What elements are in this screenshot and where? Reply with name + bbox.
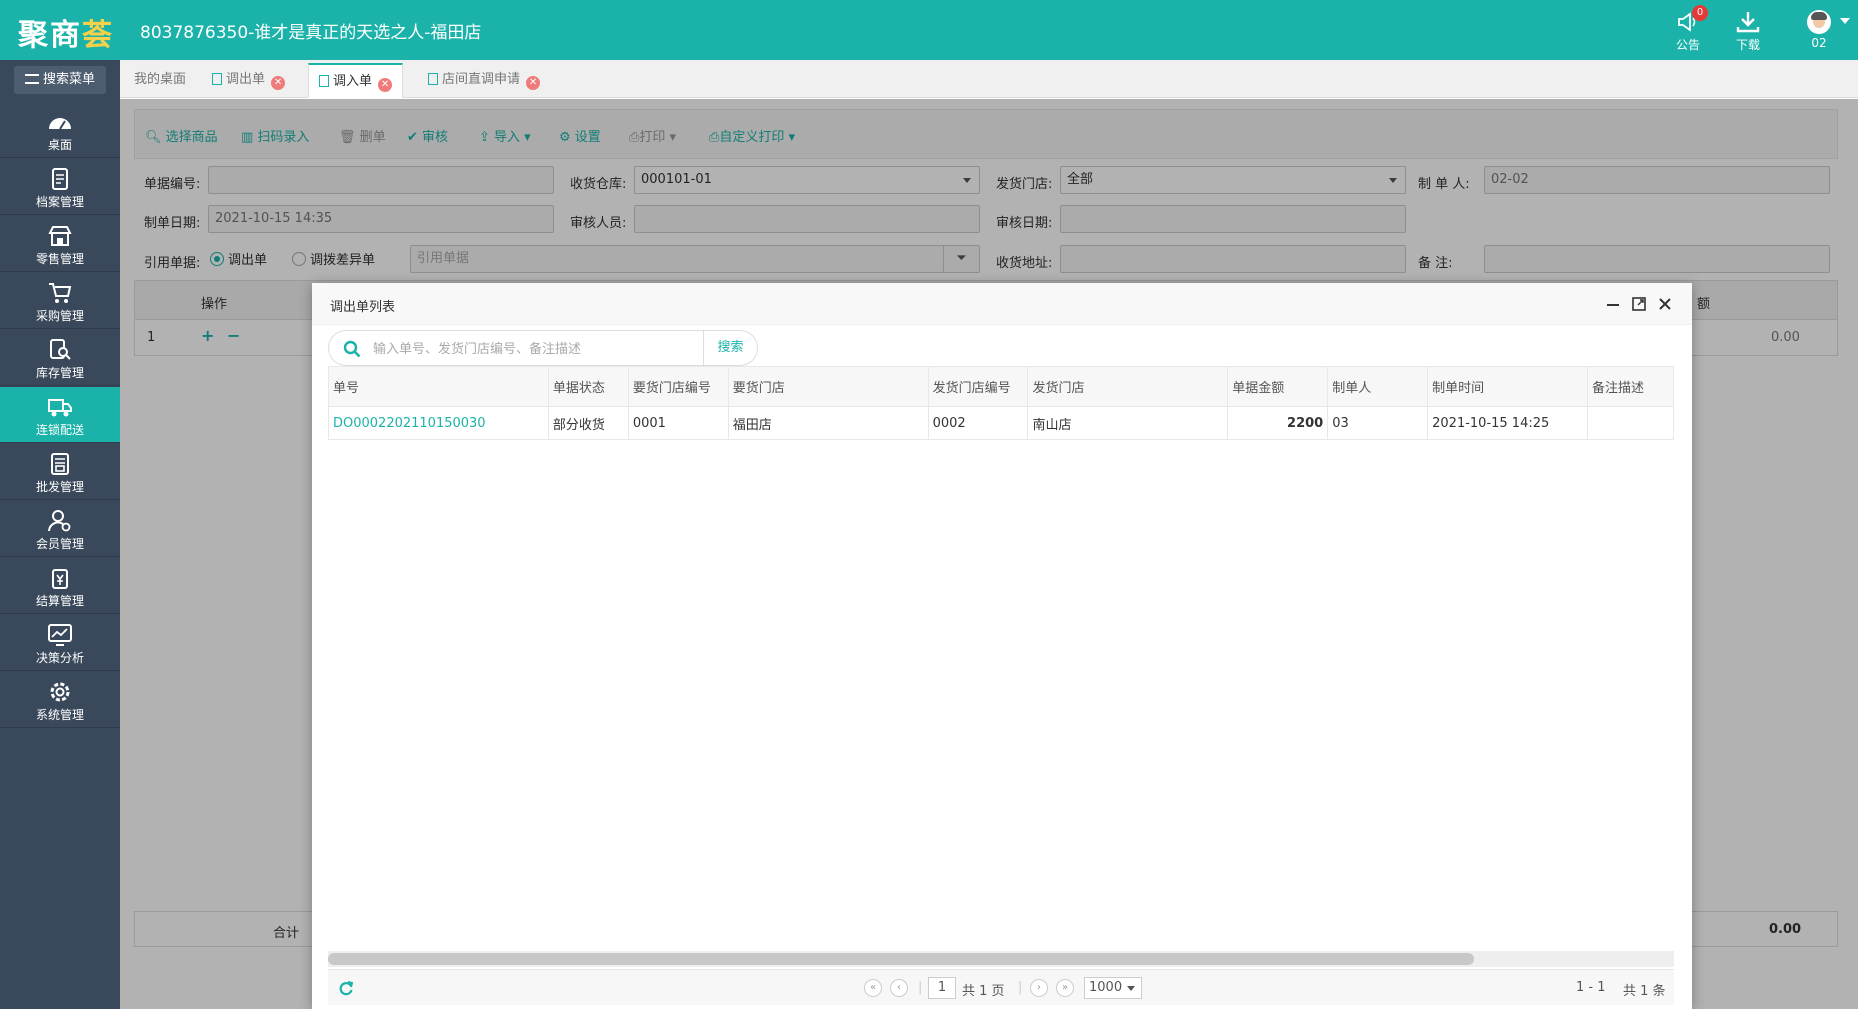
send-store-cell: 南山店 — [1027, 406, 1229, 440]
doc-no-link[interactable]: DO0002202110150030 — [328, 406, 549, 440]
wholesale-icon — [51, 453, 69, 475]
sidebar-item-analysis[interactable]: 决策分析 — [0, 615, 120, 671]
document-icon — [212, 73, 222, 85]
top-bar: 聚商荟 8037876350-谁才是真正的天选之人-福田店 0 公告 下载 02 — [0, 0, 1858, 60]
maximize-icon[interactable] — [1630, 295, 1648, 313]
chevron-down-icon — [1127, 986, 1135, 991]
send-store-no-cell: 0002 — [927, 406, 1029, 440]
notice-label: 公告 — [1675, 38, 1700, 52]
req-store-no-cell: 0001 — [627, 406, 729, 440]
document-icon — [319, 75, 329, 87]
col-status[interactable]: 单据状态 — [547, 366, 629, 407]
record-total: 共 1 条 — [1623, 984, 1666, 999]
scrollbar-thumb[interactable] — [328, 953, 1474, 965]
inventory-search-icon — [50, 339, 71, 360]
document-icon — [428, 73, 438, 85]
sidebar-item-settlement[interactable]: 结算管理 — [0, 558, 120, 614]
amount-cell: 2200 — [1227, 406, 1329, 440]
sidebar-item-wholesale[interactable]: 批发管理 — [0, 444, 120, 500]
store-title: 8037876350-谁才是真正的天选之人-福田店 — [140, 23, 482, 43]
search-menu-button[interactable]: 搜索菜单 — [14, 66, 106, 94]
search-icon — [343, 340, 361, 358]
prev-page-icon[interactable]: ‹ — [890, 979, 908, 997]
dialog-search-input[interactable] — [373, 337, 693, 361]
req-store-cell: 福田店 — [727, 406, 929, 440]
tab-store-transfer-request[interactable]: 店间直调申请 ✕ — [418, 63, 550, 98]
time-cell: 2021-10-15 14:25 — [1427, 406, 1588, 440]
avatar — [1807, 10, 1831, 34]
col-req-store[interactable]: 要货门店 — [727, 366, 929, 407]
transfer-out-table: 单号 单据状态 要货门店编号 要货门店 发货门店编号 发货门店 单据金额 制单人… — [328, 366, 1675, 440]
dialog-title: 调出单列表 — [330, 300, 396, 315]
col-amount[interactable]: 单据金额 — [1227, 366, 1329, 407]
archive-icon — [52, 168, 68, 190]
app-logo: 聚商荟 — [18, 18, 114, 53]
tab-transfer-in[interactable]: 调入单 ✕ — [308, 63, 404, 98]
close-icon[interactable]: ✕ — [271, 76, 286, 90]
cart-icon — [49, 283, 72, 303]
sidebar-item-inventory[interactable]: 库存管理 — [0, 330, 120, 386]
maker-cell: 03 — [1327, 406, 1429, 440]
refresh-icon[interactable] — [338, 980, 354, 996]
sidebar-item-system[interactable]: 系统管理 — [0, 672, 120, 728]
status-cell: 部分收货 — [547, 406, 629, 440]
total-pages: 共 1 页 — [962, 984, 1005, 999]
tab-desktop[interactable]: 我的桌面 — [124, 63, 196, 98]
last-page-icon[interactable]: » — [1056, 979, 1074, 997]
close-icon[interactable]: ✕ — [378, 78, 393, 92]
menu-search-icon — [24, 74, 39, 84]
download-icon — [1736, 12, 1760, 33]
sidebar-item-retail[interactable]: 零售管理 — [0, 216, 120, 272]
remark-cell — [1586, 406, 1675, 440]
download-button[interactable]: 下载 — [1726, 10, 1770, 53]
transfer-out-list-dialog: 调出单列表 搜索 单号 单据状态 要货门店编号 要货门店 发货门店编号 发货门店… — [312, 283, 1692, 1009]
tab-transfer-out[interactable]: 调出单 ✕ — [202, 63, 295, 98]
store-icon — [48, 226, 72, 246]
minimize-icon[interactable] — [1604, 295, 1622, 313]
col-time[interactable]: 制单时间 — [1427, 366, 1588, 407]
notice-count-badge: 0 — [1692, 5, 1708, 21]
first-page-icon[interactable]: « — [864, 979, 882, 997]
col-send-store-no[interactable]: 发货门店编号 — [927, 366, 1029, 407]
record-range: 1 - 1 — [1576, 980, 1606, 995]
close-icon[interactable]: ✕ — [526, 76, 541, 90]
tab-bar: 我的桌面 调出单 ✕ 调入单 ✕ 店间直调申请 ✕ — [120, 60, 1858, 98]
dialog-search-box: 搜索 — [328, 330, 758, 366]
sidebar-item-purchase[interactable]: 采购管理 — [0, 273, 120, 329]
yuan-icon — [52, 569, 68, 589]
sidebar-item-member[interactable]: 会员管理 — [0, 501, 120, 557]
next-page-icon[interactable]: › — [1030, 979, 1048, 997]
truck-icon — [48, 399, 72, 417]
page-size-select[interactable]: 1000 — [1084, 977, 1142, 999]
dashboard-icon — [49, 118, 71, 130]
table-row[interactable]: DO0002202110150030 部分收货 0001 福田店 0002 南山… — [328, 406, 1675, 440]
chart-icon — [48, 624, 72, 646]
sidebar-item-distribution[interactable]: 连锁配送 — [0, 387, 120, 443]
col-send-store[interactable]: 发货门店 — [1027, 366, 1229, 407]
page-input[interactable]: 1 — [928, 977, 956, 999]
col-doc-no[interactable]: 单号 — [328, 366, 549, 407]
dialog-search-button[interactable]: 搜索 — [703, 331, 757, 365]
gear-icon — [50, 682, 70, 702]
sidebar-item-desktop[interactable]: 桌面 — [0, 102, 120, 158]
sidebar: 搜索菜单 桌面 档案管理 零售管理 采购管理 库存管理 连锁配送 批发管理 会员… — [0, 60, 120, 1009]
close-icon[interactable] — [1656, 295, 1674, 313]
pagination-bar: « ‹ | 1 共 1 页 | › » 1000 1 - 1 共 1 条 — [328, 969, 1674, 1005]
user-menu[interactable]: 02 — [1794, 10, 1850, 50]
download-label: 下载 — [1735, 38, 1760, 52]
col-remark[interactable]: 备注描述 — [1586, 366, 1675, 407]
col-req-store-no[interactable]: 要货门店编号 — [627, 366, 729, 407]
chevron-down-icon — [1840, 18, 1850, 24]
dialog-header: 调出单列表 — [312, 283, 1692, 325]
notice-button[interactable]: 0 公告 — [1666, 5, 1710, 53]
sidebar-item-archive[interactable]: 档案管理 — [0, 159, 120, 215]
col-maker[interactable]: 制单人 — [1327, 366, 1429, 407]
user-name: 02 — [1811, 36, 1827, 50]
member-icon — [48, 510, 71, 532]
horizontal-scrollbar[interactable] — [328, 951, 1674, 967]
